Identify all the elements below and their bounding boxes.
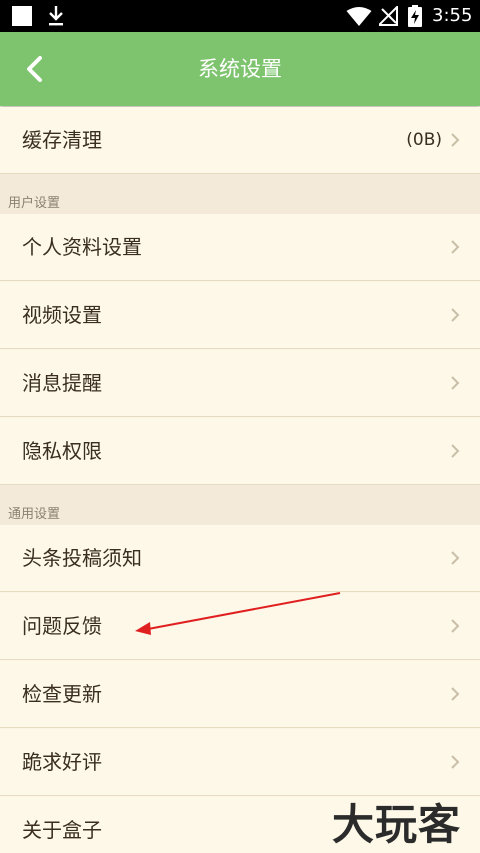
settings-row-submission-guide[interactable]: 头条投稿须知 (0, 525, 480, 592)
row-label: 头条投稿须知 (22, 546, 142, 570)
page-title: 系统设置 (198, 57, 282, 81)
row-label: 关于盒子 (22, 818, 102, 842)
settings-row-profile[interactable]: 个人资料设置 (0, 214, 480, 281)
section-label: 通用设置 (8, 507, 61, 522)
status-bar: 3:55 (0, 0, 480, 32)
chevron-right-icon (451, 444, 460, 458)
download-icon (49, 6, 63, 26)
signal-icon (379, 6, 398, 26)
section-label: 用户设置 (8, 196, 61, 211)
row-label: 视频设置 (22, 303, 102, 327)
settings-row-notifications[interactable]: 消息提醒 (0, 350, 480, 417)
watermark-logo: 大玩客 (332, 800, 462, 849)
settings-row-video[interactable]: 视频设置 (0, 282, 480, 349)
settings-row-check-update[interactable]: 检查更新 (0, 661, 480, 728)
settings-row-privacy[interactable]: 隐私权限 (0, 418, 480, 485)
row-label: 缓存清理 (22, 128, 102, 152)
clock: 3:55 (432, 5, 473, 26)
row-label: 个人资料设置 (22, 235, 142, 259)
chevron-right-icon (451, 133, 460, 147)
chevron-right-icon (451, 240, 460, 254)
row-label: 跪求好评 (22, 750, 102, 774)
notification-icon (12, 6, 32, 26)
settings-row-feedback[interactable]: 问题反馈 (0, 593, 480, 660)
section-header-user: 用户设置 (0, 174, 480, 214)
chevron-right-icon (451, 619, 460, 633)
settings-row-rate-app[interactable]: 跪求好评 (0, 729, 480, 796)
row-label: 消息提醒 (22, 371, 102, 395)
chevron-right-icon (451, 308, 460, 322)
row-label: 检查更新 (22, 682, 102, 706)
chevron-right-icon (451, 755, 460, 769)
settings-row-cache-clear[interactable]: 缓存清理 (0B) (0, 107, 480, 174)
row-label: 隐私权限 (22, 439, 102, 463)
chevron-right-icon (451, 376, 460, 390)
chevron-right-icon (451, 551, 460, 565)
app-toolbar: 系统设置 (0, 32, 480, 106)
cache-size-value: (0B) (406, 130, 442, 150)
chevron-right-icon (451, 687, 460, 701)
section-header-general: 通用设置 (0, 485, 480, 525)
battery-charging-icon (408, 5, 422, 27)
row-label: 问题反馈 (22, 614, 102, 638)
wifi-icon (346, 7, 372, 26)
